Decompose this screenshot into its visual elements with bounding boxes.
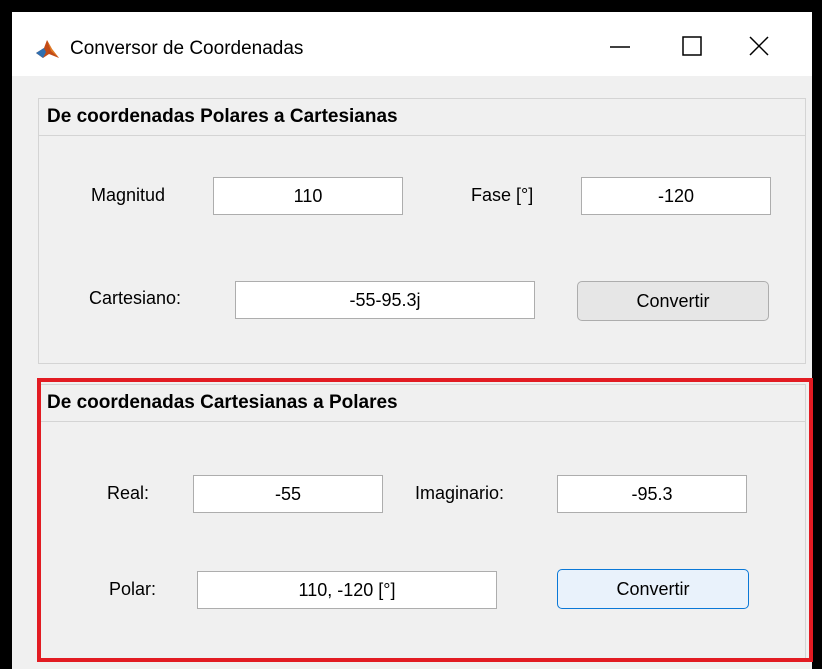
highlight-box (37, 378, 813, 662)
screen-border-right (812, 0, 822, 669)
maximize-icon[interactable] (667, 26, 715, 66)
phase-label: Fase [°] (471, 185, 534, 205)
magnitude-field[interactable]: 110 (213, 177, 403, 215)
magnitude-label: Magnitud (91, 185, 166, 205)
cartesian-result-field[interactable]: -55-95.3j (235, 281, 535, 319)
panel-header: De coordenadas Polares a Cartesianas (39, 99, 805, 136)
matlab-icon (34, 36, 60, 62)
close-icon[interactable] (734, 26, 782, 66)
cartesian-label: Cartesiano: (89, 288, 182, 308)
convert-to-cartesian-button[interactable]: Convertir (577, 281, 769, 321)
app-window: Conversor de Coordenadas De coordenadas … (12, 12, 813, 669)
phase-field[interactable]: -120 (581, 177, 771, 215)
minimize-icon[interactable] (596, 26, 644, 66)
screen-border-left (0, 0, 12, 669)
window-title: Conversor de Coordenadas (70, 38, 304, 59)
panel-title: De coordenadas Polares a Cartesianas (47, 106, 398, 127)
title-bar: Conversor de Coordenadas (12, 12, 812, 76)
polar-to-cartesian-panel: De coordenadas Polares a Cartesianas Mag… (38, 98, 806, 364)
screen-border-top (0, 0, 822, 12)
